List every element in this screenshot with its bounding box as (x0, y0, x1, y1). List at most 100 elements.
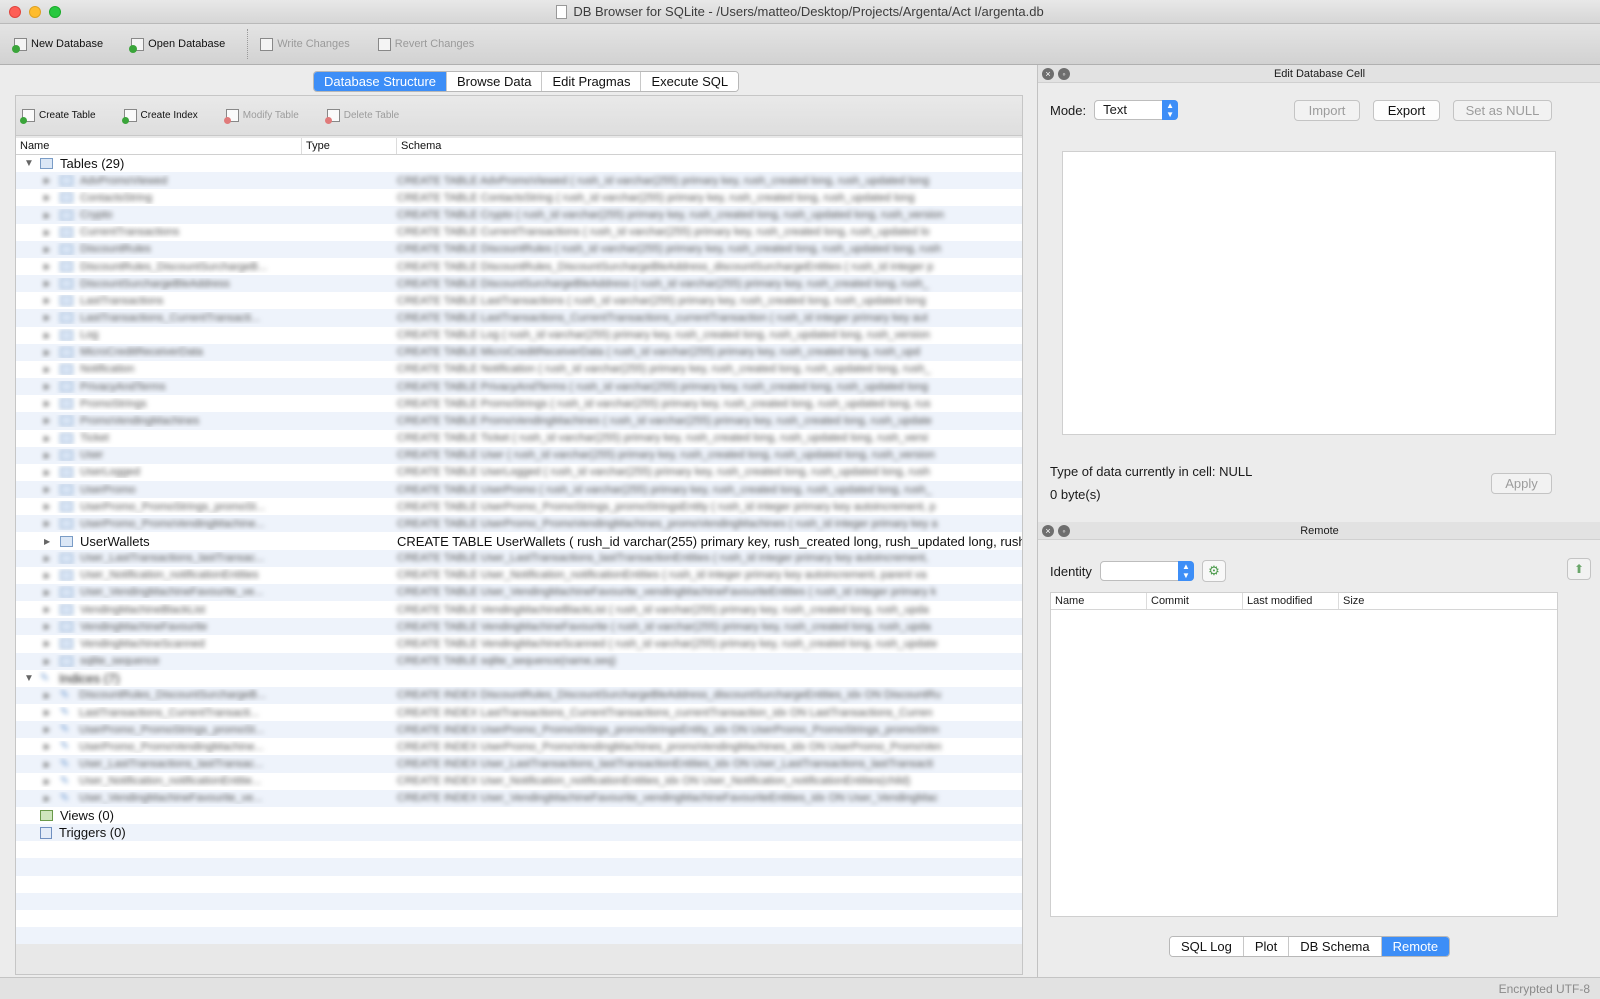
expand-arrow-icon[interactable]: ▶ (44, 725, 54, 734)
table-row[interactable]: ▶ PromoVendingMachines CREATE TABLE Prom… (16, 412, 1022, 430)
table-row[interactable]: ▶ UserWallets CREATE TABLE UserWallets (… (16, 532, 1022, 549)
expand-arrow-icon[interactable]: ▶ (44, 245, 54, 254)
index-row[interactable]: ▶ ✎ UserPromo_PromoStrings_promoSt... CR… (16, 721, 1022, 739)
expand-arrow-icon[interactable]: ▶ (44, 296, 54, 305)
index-row[interactable]: ▶ ✎ User_LastTransactions_lastTransac...… (16, 755, 1022, 773)
column-header-name[interactable]: Name (16, 138, 302, 154)
expand-arrow-icon[interactable]: ▶ (44, 639, 54, 648)
tree-group-views[interactable]: ▶ Views (0) (16, 807, 1022, 824)
expand-arrow-icon[interactable]: ▶ (44, 519, 54, 528)
collapse-arrow-icon[interactable]: ▼ (24, 673, 34, 684)
modify-table-button[interactable]: Modify Table (223, 109, 299, 124)
create-index-button[interactable]: Create Index (121, 109, 198, 124)
table-row[interactable]: ▶ DiscountSurchargeBleAddress CREATE TAB… (16, 275, 1022, 293)
table-row[interactable]: ▶ DiscountRules_DiscountSurchargeB... CR… (16, 258, 1022, 275)
expand-arrow-icon[interactable]: ▶ (44, 382, 54, 391)
close-window-button[interactable] (9, 6, 21, 18)
table-row[interactable]: ▶ VendingMachineFavourite CREATE TABLE V… (16, 618, 1022, 636)
export-button[interactable]: Export (1373, 100, 1440, 121)
tab-edit-pragmas[interactable]: Edit Pragmas (542, 72, 642, 91)
dock-float-icon[interactable]: ◦ (1058, 525, 1070, 537)
import-button[interactable]: Import (1294, 100, 1360, 121)
index-row[interactable]: ▶ ✎ LastTransactions_CurrentTransacti...… (16, 704, 1022, 721)
tree-group-tables[interactable]: ▼ Tables (29) (16, 155, 1022, 172)
minimize-window-button[interactable] (29, 6, 41, 18)
tree-group-triggers[interactable]: ▶ Triggers (0) (16, 824, 1022, 842)
tab-db-schema[interactable]: DB Schema (1289, 937, 1382, 956)
expand-arrow-icon[interactable]: ▶ (44, 571, 54, 580)
table-row[interactable]: ▶ UserLogged CREATE TABLE UserLogged ( r… (16, 464, 1022, 481)
expand-arrow-icon[interactable]: ▶ (44, 451, 54, 460)
table-row[interactable]: ▶ ContactsString CREATE TABLE ContactsSt… (16, 189, 1022, 206)
table-row[interactable]: ▶ UserPromo_PromoVendingMachine... CREAT… (16, 515, 1022, 533)
tab-database-structure[interactable]: Database Structure (314, 72, 448, 91)
expand-arrow-icon[interactable]: ▶ (44, 468, 54, 477)
table-row[interactable]: ▶ VendingMachineBlackList CREATE TABLE V… (16, 601, 1022, 618)
tree-group-indices[interactable]: ▼ ✎ Indices (7) (16, 670, 1022, 687)
table-row[interactable]: ▶ PromoStrings CREATE TABLE PromoStrings… (16, 395, 1022, 412)
set-as-null-button[interactable]: Set as NULL (1453, 100, 1552, 121)
expand-arrow-icon[interactable]: ▶ (44, 193, 54, 202)
table-row[interactable]: ▶ CurrentTransactions CREATE TABLE Curre… (16, 224, 1022, 241)
identity-settings-button[interactable]: ⚙ (1201, 560, 1226, 582)
index-row[interactable]: ▶ ✎ DiscountRules_DiscountSurchargeB... … (16, 686, 1022, 704)
table-row[interactable]: ▶ UserPromo_PromoStrings_promoSt... CREA… (16, 498, 1022, 515)
remote-column-size[interactable]: Size (1339, 593, 1557, 609)
expand-arrow-icon[interactable]: ▶ (44, 399, 54, 408)
expand-arrow-icon[interactable]: ▶ (44, 742, 54, 751)
table-row[interactable]: ▶ LastTransactions_CurrentTransacti... C… (16, 309, 1022, 327)
table-row[interactable]: ▶ PrivacyAndTerms CREATE TABLE PrivacyAn… (16, 378, 1022, 396)
dock-close-icon[interactable]: × (1042, 68, 1054, 80)
tab-sql-log[interactable]: SQL Log (1170, 937, 1244, 956)
identity-select[interactable]: ▲ ▼ (1099, 561, 1194, 581)
expand-arrow-icon[interactable]: ▶ (44, 365, 54, 374)
open-database-button[interactable]: Open Database (129, 37, 225, 53)
collapse-arrow-icon[interactable]: ▼ (24, 158, 34, 169)
table-row[interactable]: ▶ MicroCreditReceiverData CREATE TABLE M… (16, 343, 1022, 361)
expand-arrow-icon[interactable]: ▶ (44, 554, 54, 563)
expand-arrow-icon[interactable]: ▶ (44, 416, 54, 425)
apply-button[interactable]: Apply (1491, 473, 1552, 494)
table-row[interactable]: ▶ AdvPromoViewed CREATE TABLE AdvPromoVi… (16, 172, 1022, 190)
column-header-type[interactable]: Type (302, 138, 397, 154)
expand-arrow-icon[interactable]: ▶ (44, 777, 54, 786)
new-database-button[interactable]: New Database (12, 37, 103, 53)
maximize-window-button[interactable] (49, 6, 61, 18)
expand-arrow-icon[interactable]: ▶ (44, 708, 54, 717)
expand-arrow-icon[interactable]: ▶ (44, 262, 54, 271)
dock-float-icon[interactable]: ◦ (1058, 68, 1070, 80)
write-changes-button[interactable]: Write Changes (260, 37, 350, 51)
delete-table-button[interactable]: Delete Table (324, 109, 399, 124)
column-header-schema[interactable]: Schema (397, 138, 1022, 154)
expand-arrow-icon[interactable]: ▶ (44, 176, 54, 185)
schema-tree[interactable]: Name Type Schema ▼ Tables (29) ▶ AdvProm… (16, 138, 1022, 944)
expand-arrow-icon[interactable]: ▶ (44, 691, 54, 700)
table-row[interactable]: ▶ UserPromo CREATE TABLE UserPromo ( rus… (16, 480, 1022, 499)
remote-files-table[interactable]: Name Commit Last modified Size (1050, 592, 1558, 917)
expand-arrow-icon[interactable]: ▶ (44, 331, 54, 340)
expand-arrow-icon[interactable]: ▶ (44, 794, 54, 803)
remote-column-commit[interactable]: Commit (1147, 593, 1243, 609)
tab-browse-data[interactable]: Browse Data (447, 72, 543, 91)
dock-close-icon[interactable]: × (1042, 525, 1054, 537)
tab-plot[interactable]: Plot (1243, 937, 1290, 956)
revert-changes-button[interactable]: Revert Changes (377, 37, 474, 51)
expand-arrow-icon[interactable]: ▶ (44, 313, 54, 322)
expand-arrow-icon[interactable]: ▶ (44, 622, 54, 631)
remote-column-name[interactable]: Name (1051, 593, 1147, 609)
table-row[interactable]: ▶ Ticket CREATE TABLE Ticket ( rush_id v… (16, 430, 1022, 447)
table-row[interactable]: ▶ User CREATE TABLE User ( rush_id varch… (16, 446, 1022, 464)
table-row[interactable]: ▶ DiscountRules CREATE TABLE DiscountRul… (16, 240, 1022, 258)
table-row[interactable]: ▶ VendingMachineScanned CREATE TABLE Ven… (16, 635, 1022, 652)
table-row[interactable]: ▶ Log CREATE TABLE Log ( rush_id varchar… (16, 327, 1022, 344)
expand-arrow-icon[interactable]: ▶ (44, 537, 54, 546)
expand-arrow-icon[interactable]: ▶ (44, 485, 54, 494)
expand-arrow-icon[interactable]: ▶ (44, 657, 54, 666)
expand-arrow-icon[interactable]: ▶ (44, 211, 54, 220)
expand-arrow-icon[interactable]: ▶ (44, 588, 54, 597)
expand-arrow-icon[interactable]: ▶ (44, 502, 54, 511)
expand-arrow-icon[interactable]: ▶ (44, 434, 54, 443)
table-row[interactable]: ▶ sqlite_sequence CREATE TABLE sqlite_se… (16, 652, 1022, 670)
expand-arrow-icon[interactable]: ▶ (44, 760, 54, 769)
expand-arrow-icon[interactable]: ▶ (44, 605, 54, 614)
